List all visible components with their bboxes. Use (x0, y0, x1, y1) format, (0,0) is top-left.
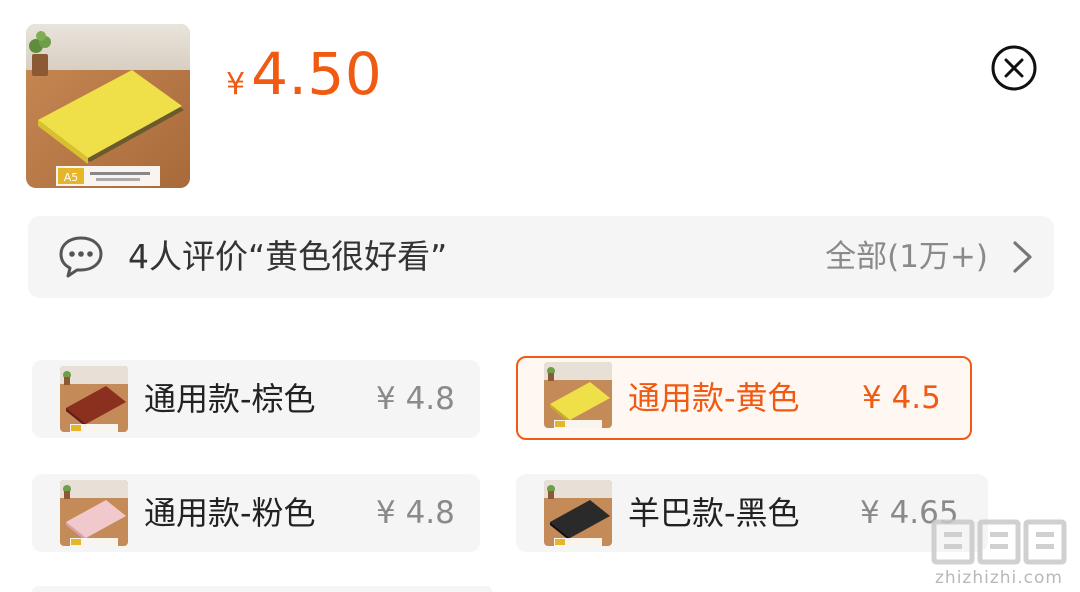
variant-price: ¥ 4.8 (376, 495, 455, 531)
currency-symbol: ¥ (226, 67, 246, 102)
variant-option-partial[interactable] (32, 586, 492, 592)
variant-thumbnail (60, 480, 128, 546)
price-display: ¥ 4.50 (226, 40, 382, 110)
variant-price: ¥ 4.8 (376, 381, 455, 417)
variant-label: 羊巴款-黑色 (628, 494, 800, 532)
price-value: 4.50 (251, 40, 383, 108)
variant-option-yellow[interactable]: 通用款-黄色 ¥ 4.5 (516, 356, 972, 440)
variant-price: ¥ 4.65 (860, 495, 959, 531)
review-all-link[interactable]: 全部(1万+) (825, 216, 988, 298)
chevron-right-icon (1013, 241, 1032, 273)
close-button[interactable] (990, 44, 1038, 92)
review-highlight-text: 4人评价“黄色很好看” (128, 237, 448, 276)
variant-option-black[interactable]: 羊巴款-黑色 ¥ 4.65 (516, 474, 988, 552)
close-circle-icon (991, 45, 1037, 91)
chat-bubble-icon (59, 236, 103, 278)
variant-thumbnail (544, 362, 612, 428)
review-summary-bar[interactable]: 4人评价“黄色很好看” 全部(1万+) (28, 216, 1054, 298)
svg-text:A5: A5 (64, 171, 79, 184)
variant-label: 通用款-黄色 (628, 379, 800, 417)
watermark-text: zhizhizhi.com (935, 568, 1063, 588)
variant-thumbnail (60, 366, 128, 432)
variant-price: ¥ 4.5 (862, 380, 941, 416)
variant-label: 通用款-粉色 (144, 494, 316, 532)
product-thumbnail[interactable]: A5 (26, 24, 190, 188)
variant-label: 通用款-棕色 (144, 380, 316, 418)
variant-thumbnail (544, 480, 612, 546)
sku-selector-panel: A5 ¥ 4.50 4人评价“黄色很好看” 全部(1万+) 通用款-棕色 ¥ 4… (0, 0, 1080, 592)
variant-option-brown[interactable]: 通用款-棕色 ¥ 4.8 (32, 360, 480, 438)
variant-option-pink[interactable]: 通用款-粉色 ¥ 4.8 (32, 474, 480, 552)
